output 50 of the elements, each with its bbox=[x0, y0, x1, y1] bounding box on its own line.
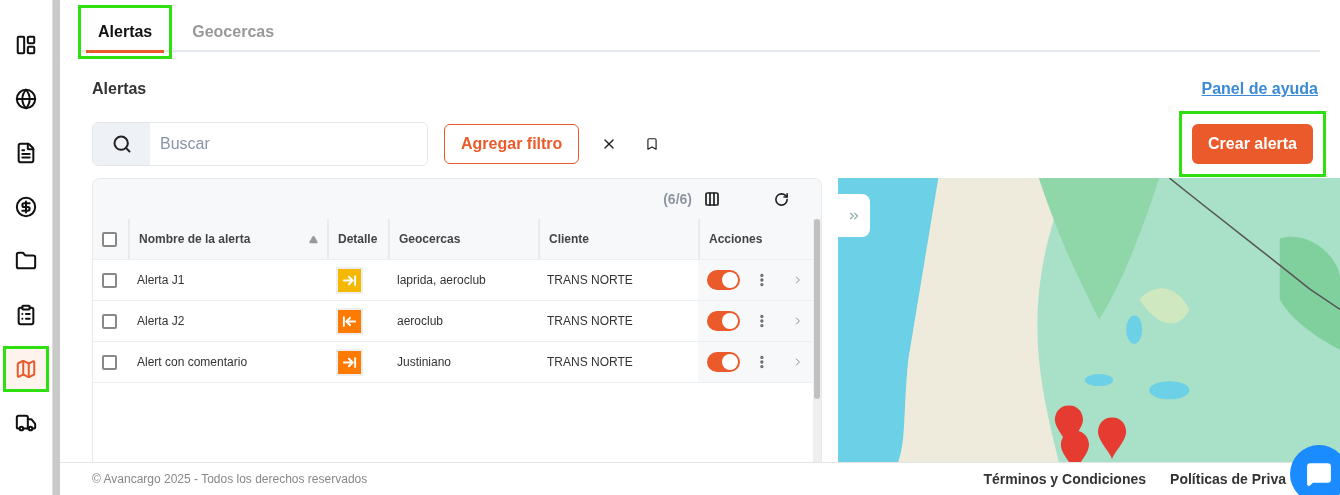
footer-link[interactable]: Políticas de Priva bbox=[1170, 471, 1286, 487]
sort-icon bbox=[309, 234, 318, 244]
layout-icon bbox=[15, 34, 37, 56]
checkbox[interactable] bbox=[102, 231, 117, 247]
map-icon bbox=[15, 358, 37, 380]
toggle-switch[interactable] bbox=[707, 270, 741, 290]
chat-icon bbox=[1306, 461, 1332, 487]
expand-button[interactable] bbox=[838, 194, 870, 237]
create-alert-button[interactable]: Crear alerta bbox=[1192, 123, 1313, 164]
document-icon bbox=[15, 142, 37, 164]
column-header[interactable]: Nombre de la alerta bbox=[139, 232, 251, 246]
table-cell: TRANS NORTE bbox=[547, 314, 633, 328]
checkbox[interactable] bbox=[102, 313, 117, 329]
table-cell: Justiniano bbox=[397, 355, 452, 369]
folder-icon bbox=[15, 250, 37, 272]
row-count: (6/6) bbox=[663, 191, 692, 207]
refresh-icon[interactable] bbox=[774, 191, 789, 207]
chat-button[interactable] bbox=[1290, 445, 1340, 495]
tab[interactable]: Alertas bbox=[86, 13, 165, 53]
column-header[interactable]: Detalle bbox=[338, 232, 378, 246]
help-link[interactable]: Panel de ayuda bbox=[1201, 80, 1318, 98]
checkbox[interactable] bbox=[102, 272, 117, 288]
dollar-icon bbox=[15, 196, 37, 218]
table-cell: aeroclub bbox=[397, 314, 444, 328]
table-cell: Alerta J2 bbox=[137, 314, 185, 328]
checkbox[interactable] bbox=[102, 354, 117, 370]
scrollbar-track[interactable] bbox=[813, 219, 821, 462]
search-icon bbox=[111, 133, 132, 154]
scrollbar-thumb[interactable] bbox=[814, 219, 820, 399]
toggle-switch[interactable] bbox=[707, 352, 741, 372]
scrollbar-track[interactable] bbox=[52, 0, 60, 495]
columns-icon[interactable] bbox=[704, 191, 720, 207]
globe-icon bbox=[15, 88, 37, 110]
section-title: Alertas bbox=[92, 80, 147, 98]
table-cell: TRANS NORTE bbox=[547, 273, 633, 287]
column-header[interactable]: Cliente bbox=[549, 232, 589, 246]
table-cell: Alert con comentario bbox=[137, 355, 248, 369]
column-header[interactable]: Geocercas bbox=[399, 232, 461, 246]
table-cell: Alerta J1 bbox=[137, 273, 185, 287]
clipboard-icon bbox=[15, 304, 37, 326]
truck-icon bbox=[15, 412, 37, 434]
footer-link[interactable]: Términos y Condiciones bbox=[983, 471, 1147, 487]
search-field[interactable]: Buscar bbox=[92, 121, 428, 166]
copyright-text: © Avancargo 2025 - Todos los derechos reservados bbox=[92, 472, 368, 486]
bookmark-icon[interactable] bbox=[645, 136, 660, 151]
add-filter-button[interactable]: Agregar filtro bbox=[444, 123, 580, 164]
table-cell: TRANS NORTE bbox=[547, 355, 633, 369]
column-header: Acciones bbox=[709, 232, 763, 246]
table-cell: laprida, aeroclub bbox=[397, 273, 486, 287]
toggle-switch[interactable] bbox=[707, 311, 741, 331]
